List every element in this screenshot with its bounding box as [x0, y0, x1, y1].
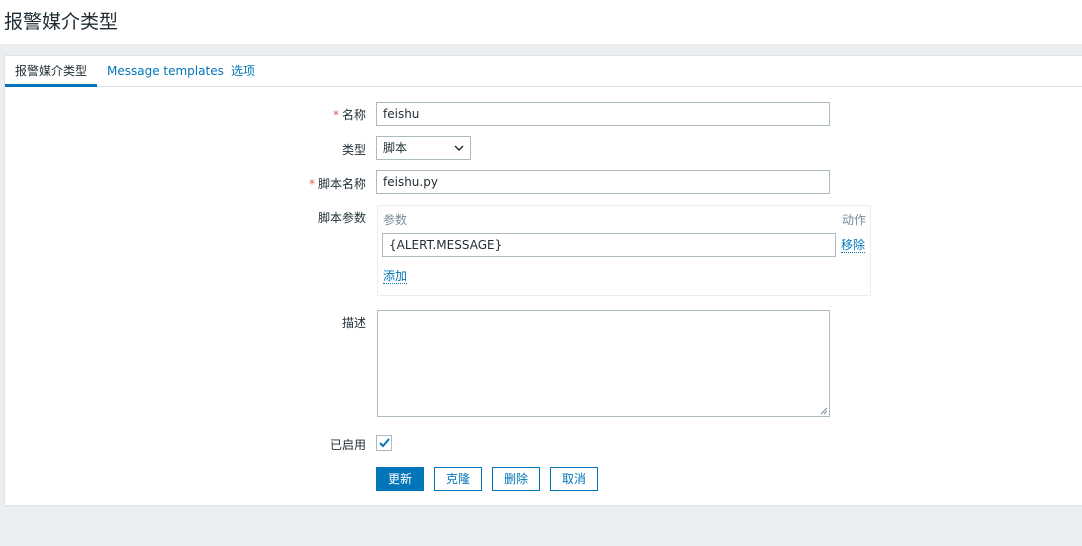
delete-button[interactable]: 删除 [492, 467, 540, 491]
chevron-down-icon [454, 145, 464, 151]
enabled-label: 已启用 [329, 438, 366, 452]
resize-grip-icon[interactable] [820, 407, 828, 415]
name-input[interactable]: feishu [376, 102, 830, 126]
script-name-label: * 脚本名称 [308, 177, 366, 191]
required-mark: * [308, 177, 315, 191]
cancel-button[interactable]: 取消 [550, 467, 598, 491]
add-param-link[interactable]: 添加 [383, 269, 408, 284]
script-params-table: 参数 动作 {ALERT.MESSAGE} 移除 添加 [377, 205, 871, 296]
description-label: 描述 [341, 316, 366, 330]
tab-bar: 报警媒介类型 Message templates 选项 [5, 56, 1082, 87]
script-params-label: 脚本参数 [317, 211, 366, 225]
tab-media-type[interactable]: 报警媒介类型 [5, 56, 97, 87]
type-label: 类型 [341, 143, 366, 157]
enabled-checkbox[interactable] [376, 435, 392, 451]
param-input[interactable]: {ALERT.MESSAGE} [382, 233, 836, 257]
page-title: 报警媒介类型 [4, 11, 119, 33]
form-panel: 报警媒介类型 Message templates 选项 * 名称 feishu 类… [4, 55, 1082, 506]
description-textarea[interactable] [377, 310, 830, 417]
clone-button[interactable]: 克隆 [434, 467, 482, 491]
name-label: * 名称 [332, 108, 366, 122]
type-select-value: 脚本 [383, 141, 408, 155]
required-mark: * [332, 108, 339, 122]
remove-param-link[interactable]: 移除 [841, 238, 866, 253]
action-column-header: 动作 [841, 213, 866, 227]
tab-options[interactable]: 选项 [231, 56, 255, 87]
param-column-header: 参数 [383, 213, 408, 227]
type-select[interactable]: 脚本 [376, 136, 471, 160]
checkmark-icon [379, 438, 390, 448]
tab-message-templates[interactable]: Message templates [107, 56, 224, 87]
update-button[interactable]: 更新 [376, 467, 424, 491]
page-header: 报警媒介类型 [0, 0, 1082, 44]
script-name-input[interactable]: feishu.py [376, 170, 830, 194]
